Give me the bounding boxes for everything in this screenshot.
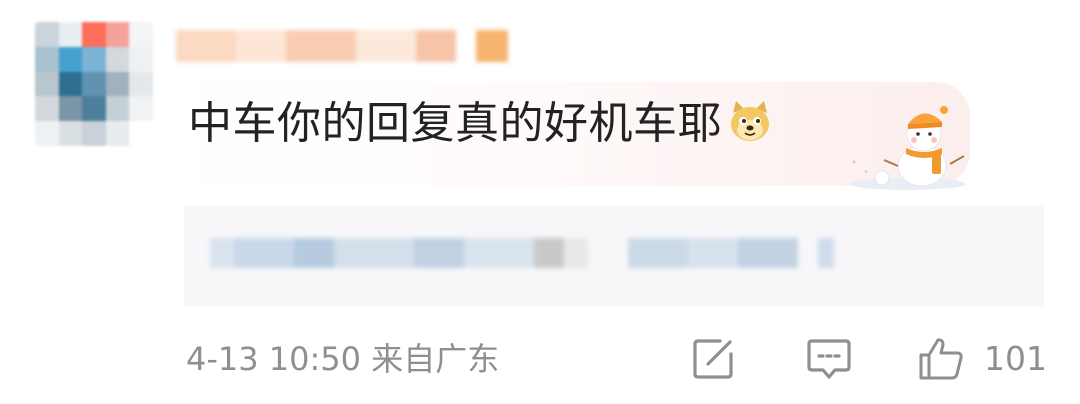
avatar[interactable] xyxy=(35,22,153,146)
comment-location: 来自广东 xyxy=(371,340,500,378)
comment-icon[interactable] xyxy=(805,336,853,382)
comment-text: 中车你的回复真的好机车耶 xyxy=(188,98,722,149)
doge-emoji-icon xyxy=(731,101,769,141)
share-edit-icon[interactable] xyxy=(690,336,738,382)
thumbs-up-icon[interactable] xyxy=(917,336,965,382)
snowman-decoration-icon xyxy=(850,106,966,190)
quoted-reply-blurred xyxy=(210,232,850,274)
username-blurred[interactable] xyxy=(176,30,508,62)
comment-meta: 4-13 10:50 来自广东 xyxy=(186,337,499,381)
like-count: 101 xyxy=(984,339,1047,378)
comment-item: 中车你的回复真的好机车耶 4-13 10:50 来自广东 101 xyxy=(0,0,1080,404)
comment-time: 4-13 10:50 xyxy=(186,340,362,378)
